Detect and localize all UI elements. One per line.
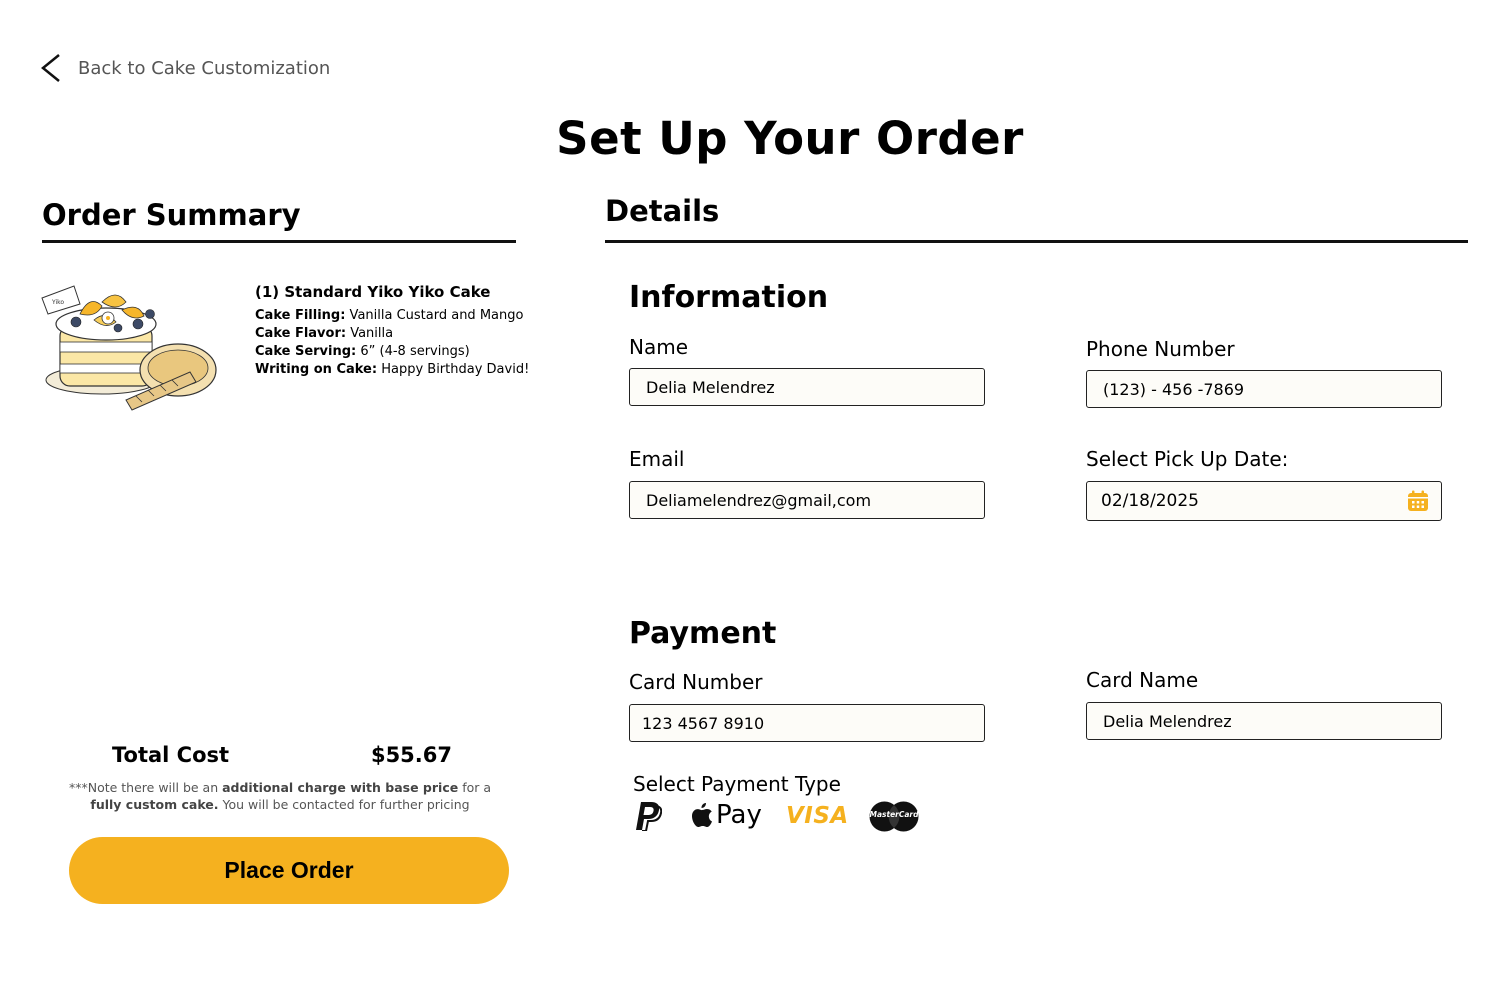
- note-text-3: for a: [458, 780, 492, 795]
- order-item-filling: Cake Filling: Vanilla Custard and Mango: [255, 307, 545, 325]
- email-value: Deliamelendrez@gmail,com: [646, 490, 872, 510]
- serving-label: Cake Serving:: [255, 344, 357, 359]
- mastercard-text: MasterCard: [869, 810, 919, 819]
- details-heading: Details: [605, 194, 720, 228]
- pickup-date-value: 02/18/2025: [1101, 491, 1199, 511]
- card-number-value: 123 4567 8910: [642, 713, 765, 733]
- email-label: Email: [629, 447, 685, 471]
- pricing-note: ***Note there will be an additional char…: [60, 779, 500, 813]
- phone-label: Phone Number: [1086, 337, 1235, 361]
- calendar-icon[interactable]: [1407, 490, 1429, 512]
- writing-value: Happy Birthday David!: [377, 362, 530, 377]
- filling-label: Cake Filling:: [255, 308, 346, 323]
- pickup-date-label: Select Pick Up Date:: [1086, 447, 1289, 471]
- card-name-label: Card Name: [1086, 668, 1199, 692]
- mastercard-icon[interactable]: MasterCard: [869, 801, 919, 832]
- name-value: Delia Melendrez: [646, 377, 775, 397]
- note-text-1: ***Note there will be an: [68, 780, 223, 795]
- total-cost-row: Total Cost $55.67: [112, 743, 452, 767]
- flavor-value: Vanilla: [346, 326, 394, 341]
- card-name-field[interactable]: Delia Melendrez: [1086, 702, 1442, 740]
- order-item-serving: Cake Serving: 6” (4-8 servings): [255, 343, 545, 361]
- payment-type-label: Select Payment Type: [633, 772, 841, 796]
- total-cost-value: $55.67: [370, 743, 452, 767]
- page-title: Set Up Your Order: [556, 112, 1024, 165]
- phone-field[interactable]: (123) - 456 -7869: [1086, 370, 1442, 408]
- order-summary-heading: Order Summary: [42, 198, 301, 232]
- card-number-field[interactable]: 123 4567 8910: [629, 704, 985, 742]
- apple-pay-icon[interactable]: Pay: [691, 800, 762, 830]
- card-name-value: Delia Melendrez: [1103, 711, 1232, 731]
- total-cost-label: Total Cost: [112, 743, 230, 767]
- chevron-left-icon: [41, 54, 60, 82]
- payment-heading: Payment: [629, 616, 777, 651]
- apple-pay-text: Pay: [716, 800, 762, 830]
- back-link-label: Back to Cake Customization: [78, 57, 331, 79]
- note-text-5: You will be contacted for further pricin…: [218, 797, 470, 812]
- information-heading: Information: [629, 280, 829, 315]
- pickup-date-field[interactable]: 02/18/2025: [1086, 481, 1442, 521]
- order-item-title: (1) Standard Yiko Yiko Cake: [255, 283, 491, 301]
- email-field[interactable]: Deliamelendrez@gmail,com: [629, 481, 985, 519]
- flavor-label: Cake Flavor:: [255, 326, 347, 341]
- filling-value: Vanilla Custard and Mango: [345, 308, 524, 323]
- name-field[interactable]: Delia Melendrez: [629, 368, 985, 406]
- name-label: Name: [629, 335, 689, 359]
- order-item-flavor: Cake Flavor: Vanilla: [255, 325, 545, 343]
- back-link[interactable]: Back to Cake Customization: [38, 52, 330, 84]
- writing-label: Writing on Cake:: [255, 362, 378, 377]
- note-text-4: fully custom cake.: [90, 797, 219, 812]
- apple-icon: [692, 803, 712, 827]
- note-text-2: additional charge with base price: [222, 780, 459, 795]
- svg-text:Yiko: Yiko: [51, 299, 64, 306]
- phone-value: (123) - 456 -7869: [1103, 379, 1245, 399]
- order-item-writing: Writing on Cake: Happy Birthday David!: [255, 361, 545, 379]
- paypal-icon[interactable]: [634, 801, 662, 831]
- card-number-label: Card Number: [629, 670, 763, 694]
- order-summary-divider: [42, 240, 516, 243]
- serving-value: 6” (4-8 servings): [356, 344, 470, 359]
- details-divider: [605, 240, 1468, 243]
- visa-icon[interactable]: VISA: [786, 803, 849, 829]
- visa-text: VISA: [786, 803, 849, 829]
- order-item: (1) Standard Yiko Yiko Cake Cake Filling…: [255, 283, 545, 379]
- place-order-button[interactable]: Place Order: [69, 837, 509, 904]
- cake-image: Yiko: [40, 268, 220, 416]
